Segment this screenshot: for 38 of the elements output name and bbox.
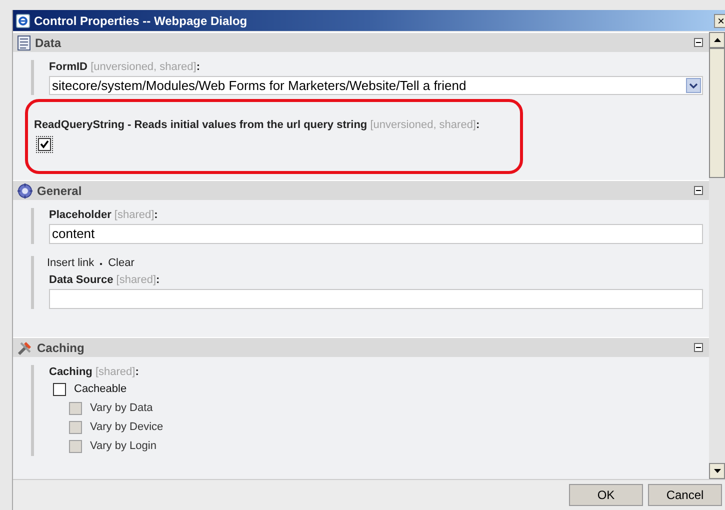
field-label: ReadQueryString - Reads initial values from the url query string [unversioned, shared]:	[34, 118, 481, 133]
checkbox[interactable]	[53, 383, 66, 396]
dialog-button[interactable]: OK	[569, 484, 643, 506]
window-title: Control Properties -- Webpage Dialog	[34, 12, 248, 30]
text-input[interactable]	[49, 289, 703, 309]
gear-icon	[17, 182, 33, 198]
section-title: Caching	[37, 340, 86, 356]
collapse-icon[interactable]	[694, 38, 703, 47]
section-title: General	[37, 182, 83, 200]
checkmark-icon	[40, 140, 49, 149]
text-input[interactable]: content	[49, 224, 703, 244]
checkbox-label: Vary by Device	[90, 420, 164, 436]
section-title: Data	[35, 34, 62, 52]
section-header[interactable]: Caching	[13, 337, 709, 357]
field-label: FormID [unversioned, shared]:	[49, 60, 202, 75]
dialog-button[interactable]: Cancel	[648, 484, 722, 506]
dropdown-field[interactable]: sitecore/system/Modules/Web Forms for Marketers/Website/Tell a friend	[49, 76, 703, 95]
checkbox[interactable]	[38, 138, 51, 151]
document-icon	[17, 34, 31, 50]
collapse-icon[interactable]	[694, 186, 703, 195]
field-label: Placeholder [shared]:	[49, 208, 159, 223]
field-label: Data Source [shared]:	[49, 273, 161, 288]
checkbox-label: Cacheable	[74, 382, 127, 398]
section-header[interactable]: Data	[13, 32, 709, 52]
field-link[interactable]: Insert link	[47, 256, 94, 271]
scroll-thumb[interactable]	[709, 48, 725, 178]
close-button[interactable]: ×	[714, 14, 725, 28]
scroll-down-icon[interactable]	[709, 463, 725, 479]
checkbox-label: Vary by Data	[90, 401, 153, 416]
scroll-up-icon[interactable]	[709, 32, 725, 48]
checkbox-label: Vary by Login	[90, 439, 156, 454]
section-header[interactable]: General	[13, 180, 709, 200]
browser-icon	[16, 14, 30, 28]
field-label: Caching [shared]:	[49, 365, 140, 380]
scrollbar[interactable]	[709, 32, 725, 479]
collapse-icon[interactable]	[694, 343, 703, 352]
tools-icon	[17, 340, 33, 356]
field-link[interactable]: Clear	[108, 256, 134, 271]
